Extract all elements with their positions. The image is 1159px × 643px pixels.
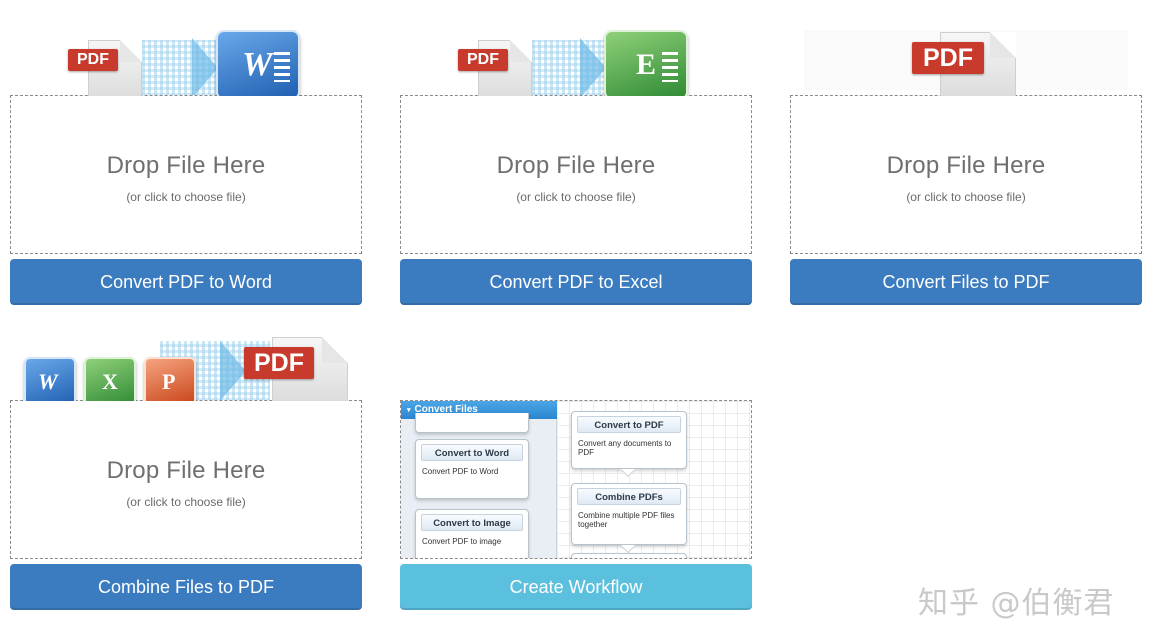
workflow-preview[interactable]: ▾ Convert Files Convert to Word Convert P… (400, 400, 752, 559)
drop-zone[interactable]: Drop File Here (or click to choose file) (10, 95, 362, 254)
drop-subtitle: (or click to choose file) (906, 190, 1026, 204)
flow-arrow-icon (621, 545, 635, 552)
drop-subtitle: (or click to choose file) (126, 190, 246, 204)
word-icon: W (24, 357, 76, 401)
combine-files-card: W X P PDF Drop File Here (or click to ch… (10, 335, 362, 611)
pdf-badge-icon: PDF (912, 42, 984, 74)
drop-subtitle: (or click to choose file) (126, 495, 246, 509)
drop-zone[interactable]: Drop File Here (or click to choose file) (790, 95, 1142, 254)
pdf-badge-icon: PDF (244, 347, 314, 379)
pdf-to-excel-card: PDF E Drop File Here (or click to choose… (400, 30, 752, 306)
flow-arrow-icon (621, 469, 635, 476)
convert-files-to-pdf-button[interactable]: Convert Files to PDF (790, 259, 1142, 305)
pdf-to-word-icon: PDF W (10, 30, 362, 96)
drop-zone[interactable]: Drop File Here (or click to choose file) (400, 95, 752, 254)
drop-subtitle: (or click to choose file) (516, 190, 636, 204)
pdf-to-word-card: PDF W Drop File Here (or click to choose… (10, 30, 362, 306)
drop-zone[interactable]: Drop File Here (or click to choose file) (10, 400, 362, 559)
arrow-chevron-icon (192, 38, 218, 96)
powerpoint-icon: P (144, 357, 196, 401)
pdf-badge-icon: PDF (458, 49, 508, 71)
workflow-step-convert-to-pdf: Convert to PDF Convert any documents to … (571, 411, 687, 469)
create-workflow-button[interactable]: Create Workflow (400, 564, 752, 610)
collapse-arrow-icon: ▾ (407, 407, 411, 414)
excel-icon: E (604, 30, 688, 96)
convert-pdf-to-word-button[interactable]: Convert PDF to Word (10, 259, 362, 305)
arrow-chevron-icon (580, 38, 606, 96)
convert-pdf-to-excel-button[interactable]: Convert PDF to Excel (400, 259, 752, 305)
word-icon: W (216, 30, 300, 96)
pdf-to-excel-icon: PDF E (400, 30, 752, 96)
combine-files-to-pdf-button[interactable]: Combine Files to PDF (10, 564, 362, 610)
pdf-file-icon: PDF (790, 30, 1142, 96)
arrow-chevron-icon (220, 341, 246, 401)
drop-title: Drop File Here (106, 457, 266, 484)
excel-icon: X (84, 357, 136, 401)
pdf-badge-icon: PDF (68, 49, 118, 71)
watermark: 知乎 @伯衡君 (918, 586, 1115, 621)
workflow-step-combine-pdfs: Combine PDFs Combine multiple PDF files … (571, 483, 687, 545)
workflow-step-convert-to-word: Convert to Word Convert PDF to Word (415, 439, 529, 499)
workflow-step-convert-to-image: Convert to Image Convert PDF to image (415, 509, 529, 558)
workflow-card: ▾ Convert Files Convert to Word Convert P… (400, 335, 752, 611)
workflow-panel: ▾ Convert Files Convert to Word Convert P… (401, 401, 557, 558)
office-to-pdf-icon: W X P PDF (10, 335, 362, 401)
drop-title: Drop File Here (496, 152, 656, 179)
drop-title: Drop File Here (886, 152, 1046, 179)
files-to-pdf-card: PDF Drop File Here (or click to choose f… (790, 30, 1142, 306)
drop-title: Drop File Here (106, 152, 266, 179)
